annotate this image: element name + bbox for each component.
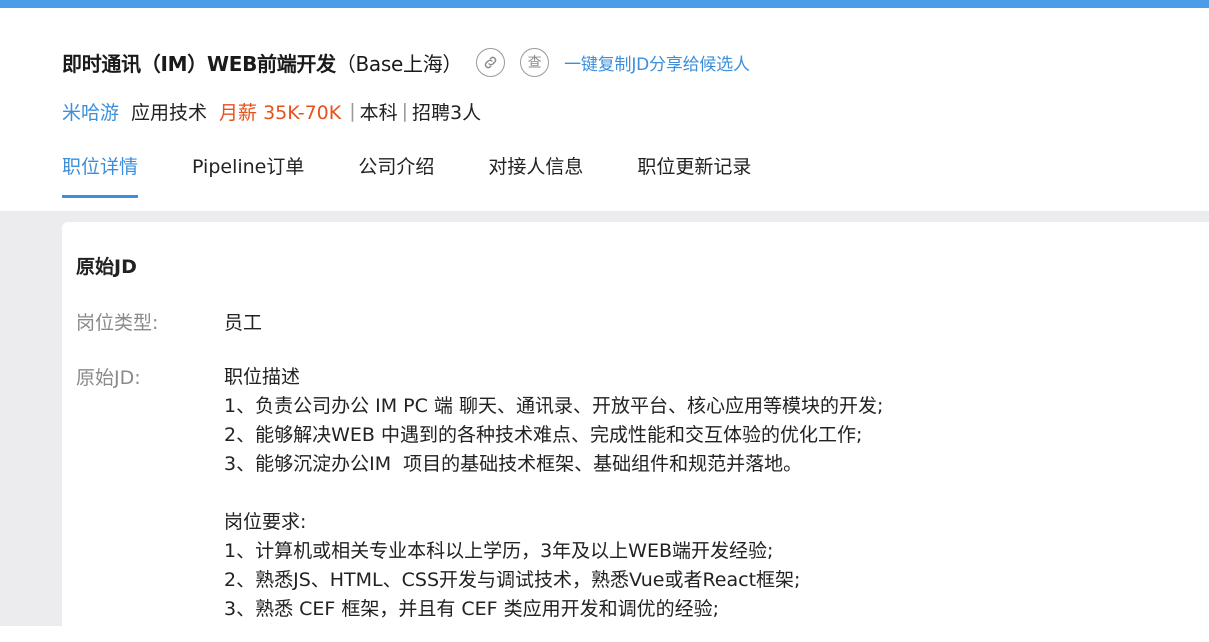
title-row: 即时通讯（IM）WEB前端开发 （Base上海） 查 一键复制JD分享给候选人 (62, 44, 750, 80)
tab-job-details[interactable]: 职位详情 (62, 150, 139, 198)
original-jd-label: 原始JD: (76, 367, 141, 389)
original-jd-row: 原始JD: 职位描述 1、负责公司办公 IM PC 端 聊天、通讯录、开放平台、… (76, 363, 883, 624)
separator: | (349, 100, 356, 122)
job-title: 即时通讯（IM）WEB前端开发 (62, 51, 336, 76)
separator: | (401, 100, 409, 122)
copy-jd-link[interactable]: 一键复制JD分享给候选人 (564, 50, 750, 75)
jd-line: 3、能够沉淀办公IM 项目的基础技术框架、基础组件和规范并落地。 (224, 453, 803, 475)
tab-bar: 职位详情 Pipeline订单 公司介绍 对接人信息 职位更新记录 (62, 150, 805, 200)
tab-pipeline-orders[interactable]: Pipeline订单 (192, 150, 304, 198)
tab-update-history[interactable]: 职位更新记录 (637, 150, 751, 198)
department: 应用技术 (131, 101, 208, 124)
jd-line (224, 479, 883, 508)
check-icon[interactable]: 查 (520, 47, 550, 77)
jd-line: 1、计算机或相关专业本科以上学历，3年及以上WEB端开发经验; (224, 540, 774, 562)
link-icon[interactable] (476, 47, 506, 77)
top-accent-bar (0, 0, 1209, 8)
salary: 月薪 35K-70K (219, 101, 342, 124)
jd-line: 1、负责公司办公 IM PC 端 聊天、通讯录、开放平台、核心应用等模块的开发; (224, 395, 884, 417)
job-meta-row: 米哈游 应用技术 月薪 35K-70K | 本科 | 招聘3人 (62, 96, 481, 126)
position-type-value: 员工 (224, 312, 263, 334)
education: 本科 (359, 101, 398, 124)
section-title: 原始JD (76, 256, 137, 278)
company-link[interactable]: 米哈游 (62, 98, 119, 125)
tab-company-intro[interactable]: 公司介绍 (358, 150, 434, 198)
position-type-row: 岗位类型: 员工 (76, 308, 262, 335)
original-jd-text: 职位描述 1、负责公司办公 IM PC 端 聊天、通讯录、开放平台、核心应用等模… (224, 363, 883, 624)
jd-line: 2、能够解决WEB 中遇到的各种技术难点、完成性能和交互体验的优化工作; (224, 424, 863, 446)
position-type-label: 岗位类型: (76, 312, 159, 334)
job-location: （Base上海） (335, 51, 463, 76)
jd-line: 职位描述 (224, 366, 301, 388)
jd-line: 岗位要求: (224, 511, 307, 533)
tab-contact-info[interactable]: 对接人信息 (488, 150, 583, 198)
headcount: 招聘3人 (412, 101, 482, 124)
jd-line: 2、熟悉JS、HTML、CSS开发与调试技术，熟悉Vue或者React框架; (224, 569, 801, 591)
jd-card: 原始JD 岗位类型: 员工 原始JD: 职位描述 1、负责公司办公 IM PC … (62, 222, 1209, 642)
jd-line: 3、熟悉 CEF 框架，并且有 CEF 类应用开发和调优的经验; (224, 598, 720, 620)
